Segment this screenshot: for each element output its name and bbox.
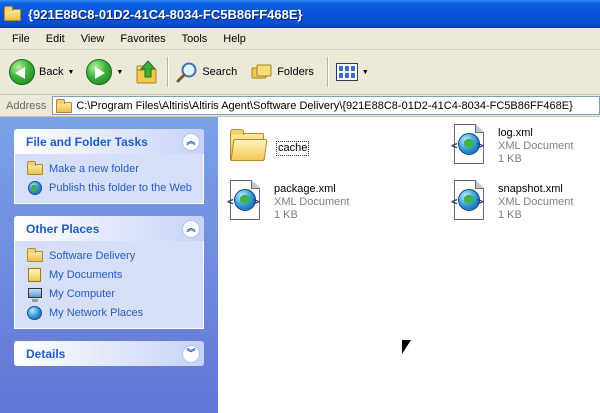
new-folder-icon — [27, 161, 43, 176]
folders-button[interactable]: Folders — [248, 54, 317, 90]
folder-icon — [4, 5, 22, 22]
search-icon — [176, 62, 197, 83]
place-my-documents[interactable]: My Documents — [27, 268, 197, 282]
place-software-delivery[interactable]: Software Delivery — [27, 248, 197, 263]
file-size: 1 KB — [498, 153, 522, 165]
documents-icon — [27, 268, 43, 282]
up-button[interactable] — [132, 54, 162, 90]
file-item[interactable]: < > package.xml XML Document 1 KB — [226, 179, 349, 223]
place-my-network-places[interactable]: My Network Places — [27, 306, 197, 320]
forward-dropdown-icon[interactable]: ▼ — [116, 69, 123, 76]
title-bar[interactable]: {921E88C8-01D2-41C4-8034-FC5B86FF468E} — [0, 0, 600, 28]
file-size: 1 KB — [498, 209, 522, 221]
task-pane: File and Folder Tasks ︽ Make a new folde… — [0, 117, 218, 413]
search-button[interactable]: Search — [173, 54, 240, 90]
address-input[interactable]: C:\Program Files\Altiris\Altiris Agent\S… — [52, 96, 600, 115]
place-label: My Computer — [49, 288, 116, 300]
panel-body: Make a new folder Publish this folder to… — [14, 154, 204, 204]
xml-document-icon: < > — [226, 179, 266, 223]
file-item[interactable]: < > log.xml XML Document 1 KB — [450, 123, 573, 167]
chevron-down-icon[interactable]: ︾ — [182, 344, 200, 363]
panel-header[interactable]: Details ︾ — [14, 341, 204, 366]
network-icon — [27, 306, 43, 320]
address-path: C:\Program Files\Altiris\Altiris Agent\S… — [76, 99, 573, 112]
file-name: cache — [276, 141, 310, 156]
panel-title: Details — [26, 346, 66, 361]
back-arrow-icon — [9, 59, 35, 85]
menu-file[interactable]: File — [4, 29, 38, 49]
panel-header[interactable]: Other Places ︽ — [14, 216, 204, 241]
forward-arrow-icon — [86, 59, 113, 85]
folder-icon — [27, 248, 43, 263]
file-name: log.xml — [498, 127, 533, 139]
up-folder-icon — [136, 60, 157, 84]
folders-icon — [251, 64, 272, 79]
file-folder-tasks-panel: File and Folder Tasks ︽ Make a new folde… — [14, 129, 204, 204]
menu-help[interactable]: Help — [215, 29, 254, 49]
menu-view[interactable]: View — [73, 29, 113, 49]
computer-icon — [27, 287, 43, 302]
search-label: Search — [202, 66, 238, 78]
file-list: cache < > log.xml XML Document 1 KB < > pa… — [218, 117, 600, 413]
address-label: Address — [6, 99, 47, 112]
menu-tools[interactable]: Tools — [174, 29, 216, 49]
file-size: 1 KB — [274, 209, 298, 221]
back-label: Back — [39, 66, 64, 78]
window-title: {921E88C8-01D2-41C4-8034-FC5B86FF468E} — [28, 6, 303, 22]
folder-icon — [56, 98, 73, 113]
task-label: Make a new folder — [49, 163, 139, 175]
menu-edit[interactable]: Edit — [38, 29, 73, 49]
folders-label: Folders — [277, 66, 314, 78]
forward-button[interactable]: ▼ — [83, 54, 126, 90]
views-button[interactable]: ▼ — [333, 54, 372, 90]
place-my-computer[interactable]: My Computer — [27, 287, 197, 302]
task-make-new-folder[interactable]: Make a new folder — [27, 161, 197, 176]
panel-title: Other Places — [26, 221, 100, 236]
xml-document-icon: < > — [450, 123, 490, 167]
menu-bar: File Edit View Favorites Tools Help — [0, 28, 600, 50]
place-label: My Documents — [49, 269, 123, 281]
file-type: XML Document — [274, 196, 350, 208]
place-label: My Network Places — [49, 307, 144, 319]
toolbar-separator — [326, 57, 328, 87]
file-type: XML Document — [498, 140, 574, 152]
other-places-panel: Other Places ︽ Software Delivery My Docu… — [14, 216, 204, 329]
back-dropdown-icon[interactable]: ▼ — [67, 69, 74, 76]
file-name: package.xml — [274, 183, 336, 195]
task-label: Publish this folder to the Web — [49, 182, 192, 194]
address-bar: Address C:\Program Files\Altiris\Altiris… — [0, 95, 600, 117]
xml-document-icon: < > — [450, 179, 490, 223]
views-icon — [335, 63, 358, 81]
file-name: snapshot.xml — [498, 183, 563, 195]
file-type: XML Document — [498, 196, 574, 208]
globe-icon — [27, 181, 43, 195]
file-item[interactable]: < > snapshot.xml XML Document 1 KB — [450, 179, 573, 223]
panel-header[interactable]: File and Folder Tasks ︽ — [14, 129, 204, 154]
back-button[interactable]: Back ▼ — [6, 54, 77, 90]
place-label: Software Delivery — [49, 250, 136, 262]
file-item[interactable]: cache — [228, 127, 310, 165]
task-publish-folder[interactable]: Publish this folder to the Web — [27, 181, 197, 195]
menu-favorites[interactable]: Favorites — [112, 29, 173, 49]
chevron-up-icon[interactable]: ︽ — [182, 132, 200, 151]
folder-icon — [228, 127, 268, 165]
chevron-up-icon[interactable]: ︽ — [182, 219, 200, 238]
views-dropdown-icon[interactable]: ▼ — [362, 69, 369, 76]
panel-title: File and Folder Tasks — [26, 134, 148, 149]
toolbar-separator — [167, 57, 169, 87]
details-panel: Details ︾ — [14, 341, 204, 366]
toolbar: Back ▼ ▼ Search Folders ▼ — [0, 50, 600, 95]
panel-body: Software Delivery My Documents My Comput… — [14, 241, 204, 329]
